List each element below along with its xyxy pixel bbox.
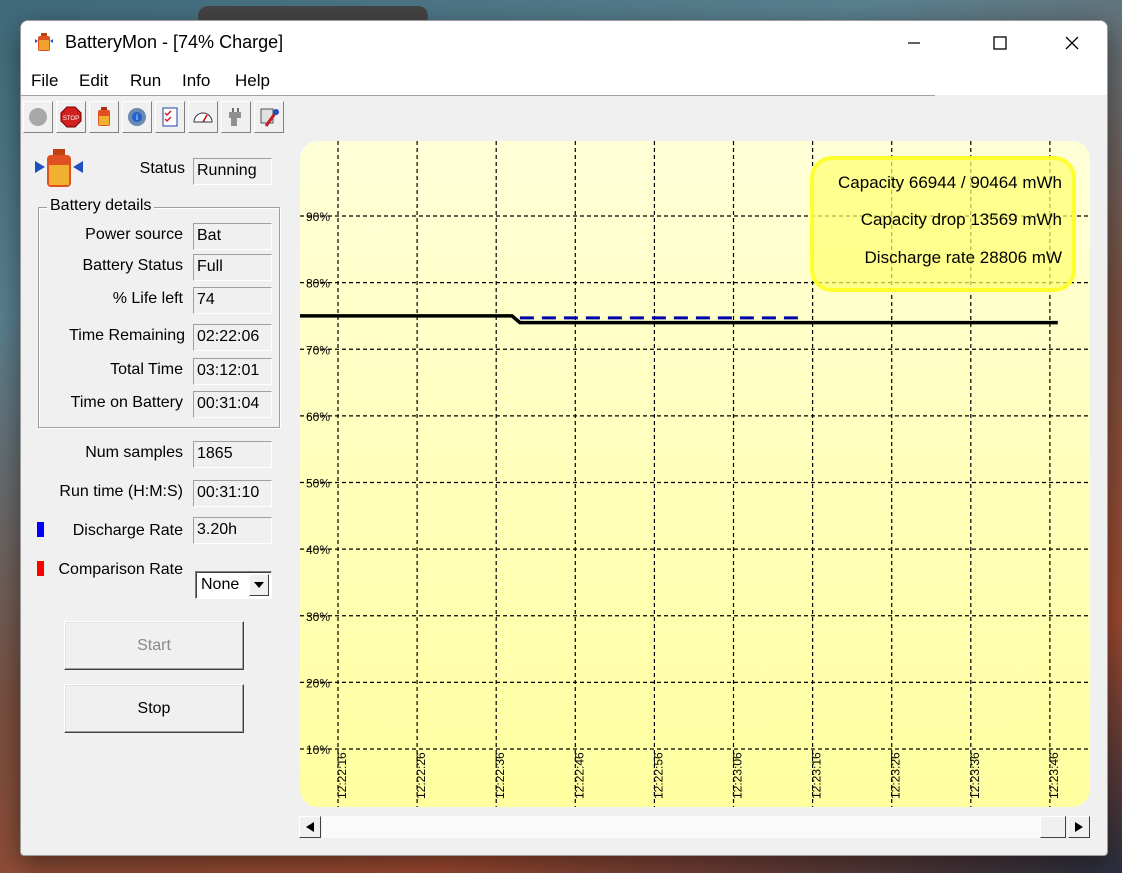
life-left-label: % Life left <box>112 290 183 307</box>
discharge-rate-swatch <box>37 522 44 537</box>
battery-icon <box>98 107 110 126</box>
y-tick-label: 40% <box>306 543 330 557</box>
stop-sign-icon: STOP <box>60 106 82 128</box>
menu-edit[interactable]: Edit <box>79 71 108 91</box>
x-tick-label: 12:23:06 <box>731 752 745 799</box>
x-tick-label: 12:23:36 <box>968 752 982 799</box>
battery-status-value: Full <box>193 254 272 281</box>
svg-text:STOP: STOP <box>63 116 79 122</box>
x-tick-label: 12:23:16 <box>810 752 824 799</box>
time-on-battery-label: Time on Battery <box>70 394 183 411</box>
y-tick-label: 30% <box>306 610 330 624</box>
y-tick-label: 20% <box>306 676 330 690</box>
tools-icon <box>260 108 279 127</box>
title-bar[interactable]: BatteryMon - [74% Charge] <box>21 21 1107 65</box>
discharge-rate-label: Discharge Rate <box>72 522 183 539</box>
settings-info-icon: i <box>128 108 146 126</box>
annotation-text-1: Capacity drop 13569 mWh <box>861 210 1062 229</box>
gauge-icon <box>193 112 213 123</box>
discharge-rate-value: 3.20h <box>193 517 272 544</box>
scroll-left-button[interactable] <box>299 816 321 838</box>
x-tick-label: 12:22:46 <box>572 752 586 799</box>
menu-bar: File Edit Run Info Help <box>21 65 1107 95</box>
run-time-label: Run time (H:M:S) <box>59 483 183 500</box>
menu-separator <box>21 95 935 96</box>
minimize-icon <box>908 42 920 44</box>
stop-button[interactable]: Stop <box>64 684 244 733</box>
close-button[interactable] <box>1037 21 1107 65</box>
details-panel: Status Running Battery details Power sou… <box>21 139 291 839</box>
settings-info-button[interactable]: i <box>122 101 152 133</box>
menu-file[interactable]: File <box>31 71 58 91</box>
start-button[interactable]: Start <box>64 621 244 670</box>
svg-text:i: i <box>136 113 138 122</box>
maximize-icon <box>993 36 1007 50</box>
batterymon-window: BatteryMon - [74% Charge] File Edit Run … <box>20 20 1108 856</box>
comparison-rate-label: Comparison Rate <box>58 561 184 578</box>
y-tick-label: 60% <box>306 410 330 424</box>
battery-status-label: Battery Status <box>82 257 184 274</box>
maximize-button[interactable] <box>965 21 1035 65</box>
menu-info[interactable]: Info <box>182 71 210 91</box>
x-tick-label: 12:22:56 <box>651 752 665 799</box>
power-source-label: Power source <box>85 226 183 243</box>
x-tick-label: 12:22:16 <box>335 752 349 799</box>
record-button[interactable] <box>23 101 53 133</box>
num-samples-value: 1865 <box>193 441 272 468</box>
tools-button[interactable] <box>254 101 284 133</box>
x-tick-label: 12:22:26 <box>414 752 428 799</box>
dropdown-arrow[interactable] <box>249 574 269 596</box>
scroll-right-button[interactable] <box>1068 816 1090 838</box>
stop-sign-button[interactable]: STOP <box>56 101 86 133</box>
scroll-thumb[interactable] <box>1040 816 1066 838</box>
annotation-text-0: Capacity 66944 / 90464 mWh <box>838 173 1062 192</box>
record-icon <box>29 108 47 126</box>
y-tick-label: 10% <box>306 743 330 757</box>
battery-chart: 90% 80% 70% 60% 50% 40% 30% 20% 10% 12:22:16 12:22… <box>298 141 1090 807</box>
num-samples-label: Num samples <box>85 444 183 461</box>
time-on-battery-value: 00:31:04 <box>193 391 272 418</box>
battery-button[interactable] <box>89 101 119 133</box>
x-tick-label: 12:23:26 <box>889 752 903 799</box>
window-title: BatteryMon - [74% Charge] <box>65 32 284 52</box>
plug-icon <box>229 108 241 126</box>
menu-run[interactable]: Run <box>130 71 161 91</box>
arrow-right-icon <box>1075 822 1083 832</box>
gauge-button[interactable] <box>188 101 218 133</box>
total-time-label: Total Time <box>110 361 183 378</box>
power-source-value: Bat <box>193 223 272 250</box>
time-remaining-value: 02:22:06 <box>193 324 272 351</box>
y-tick-label: 70% <box>306 343 330 357</box>
comparison-rate-swatch <box>37 561 44 576</box>
life-left-value: 74 <box>193 287 272 314</box>
menu-help[interactable]: Help <box>235 71 270 91</box>
annotation-text-2: Discharge rate 28806 mW <box>865 248 1062 267</box>
x-tick-label: 12:22:36 <box>493 752 507 799</box>
close-icon <box>1065 36 1079 50</box>
run-time-value: 00:31:10 <box>193 480 272 507</box>
comparison-rate-selected: None <box>201 576 240 593</box>
plug-button[interactable] <box>221 101 251 133</box>
y-tick-label: 50% <box>306 477 330 491</box>
checklist-button[interactable] <box>155 101 185 133</box>
chevron-down-icon <box>254 582 264 588</box>
arrow-left-icon <box>306 822 314 832</box>
x-tick-label: 12:23:46 <box>1047 752 1061 799</box>
status-value: Running <box>193 158 272 185</box>
time-remaining-label: Time Remaining <box>69 327 185 344</box>
battery-app-icon <box>35 33 53 51</box>
y-tick-label: 90% <box>306 210 330 224</box>
battery-logo-icon <box>35 149 83 187</box>
y-tick-label: 80% <box>306 277 330 291</box>
chart-canvas: 90% 80% 70% 60% 50% 40% 30% 20% 10% 12:22:16 12:22… <box>298 141 1090 807</box>
chart-scrollbar[interactable] <box>298 815 1092 839</box>
status-label: Status <box>139 160 185 177</box>
comparison-rate-select[interactable]: None <box>195 571 272 599</box>
scroll-track[interactable] <box>322 816 1040 838</box>
checklist-icon <box>162 107 178 127</box>
total-time-value: 03:12:01 <box>193 358 272 385</box>
minimize-button[interactable] <box>879 21 949 65</box>
battery-details-title: Battery details <box>47 197 155 215</box>
